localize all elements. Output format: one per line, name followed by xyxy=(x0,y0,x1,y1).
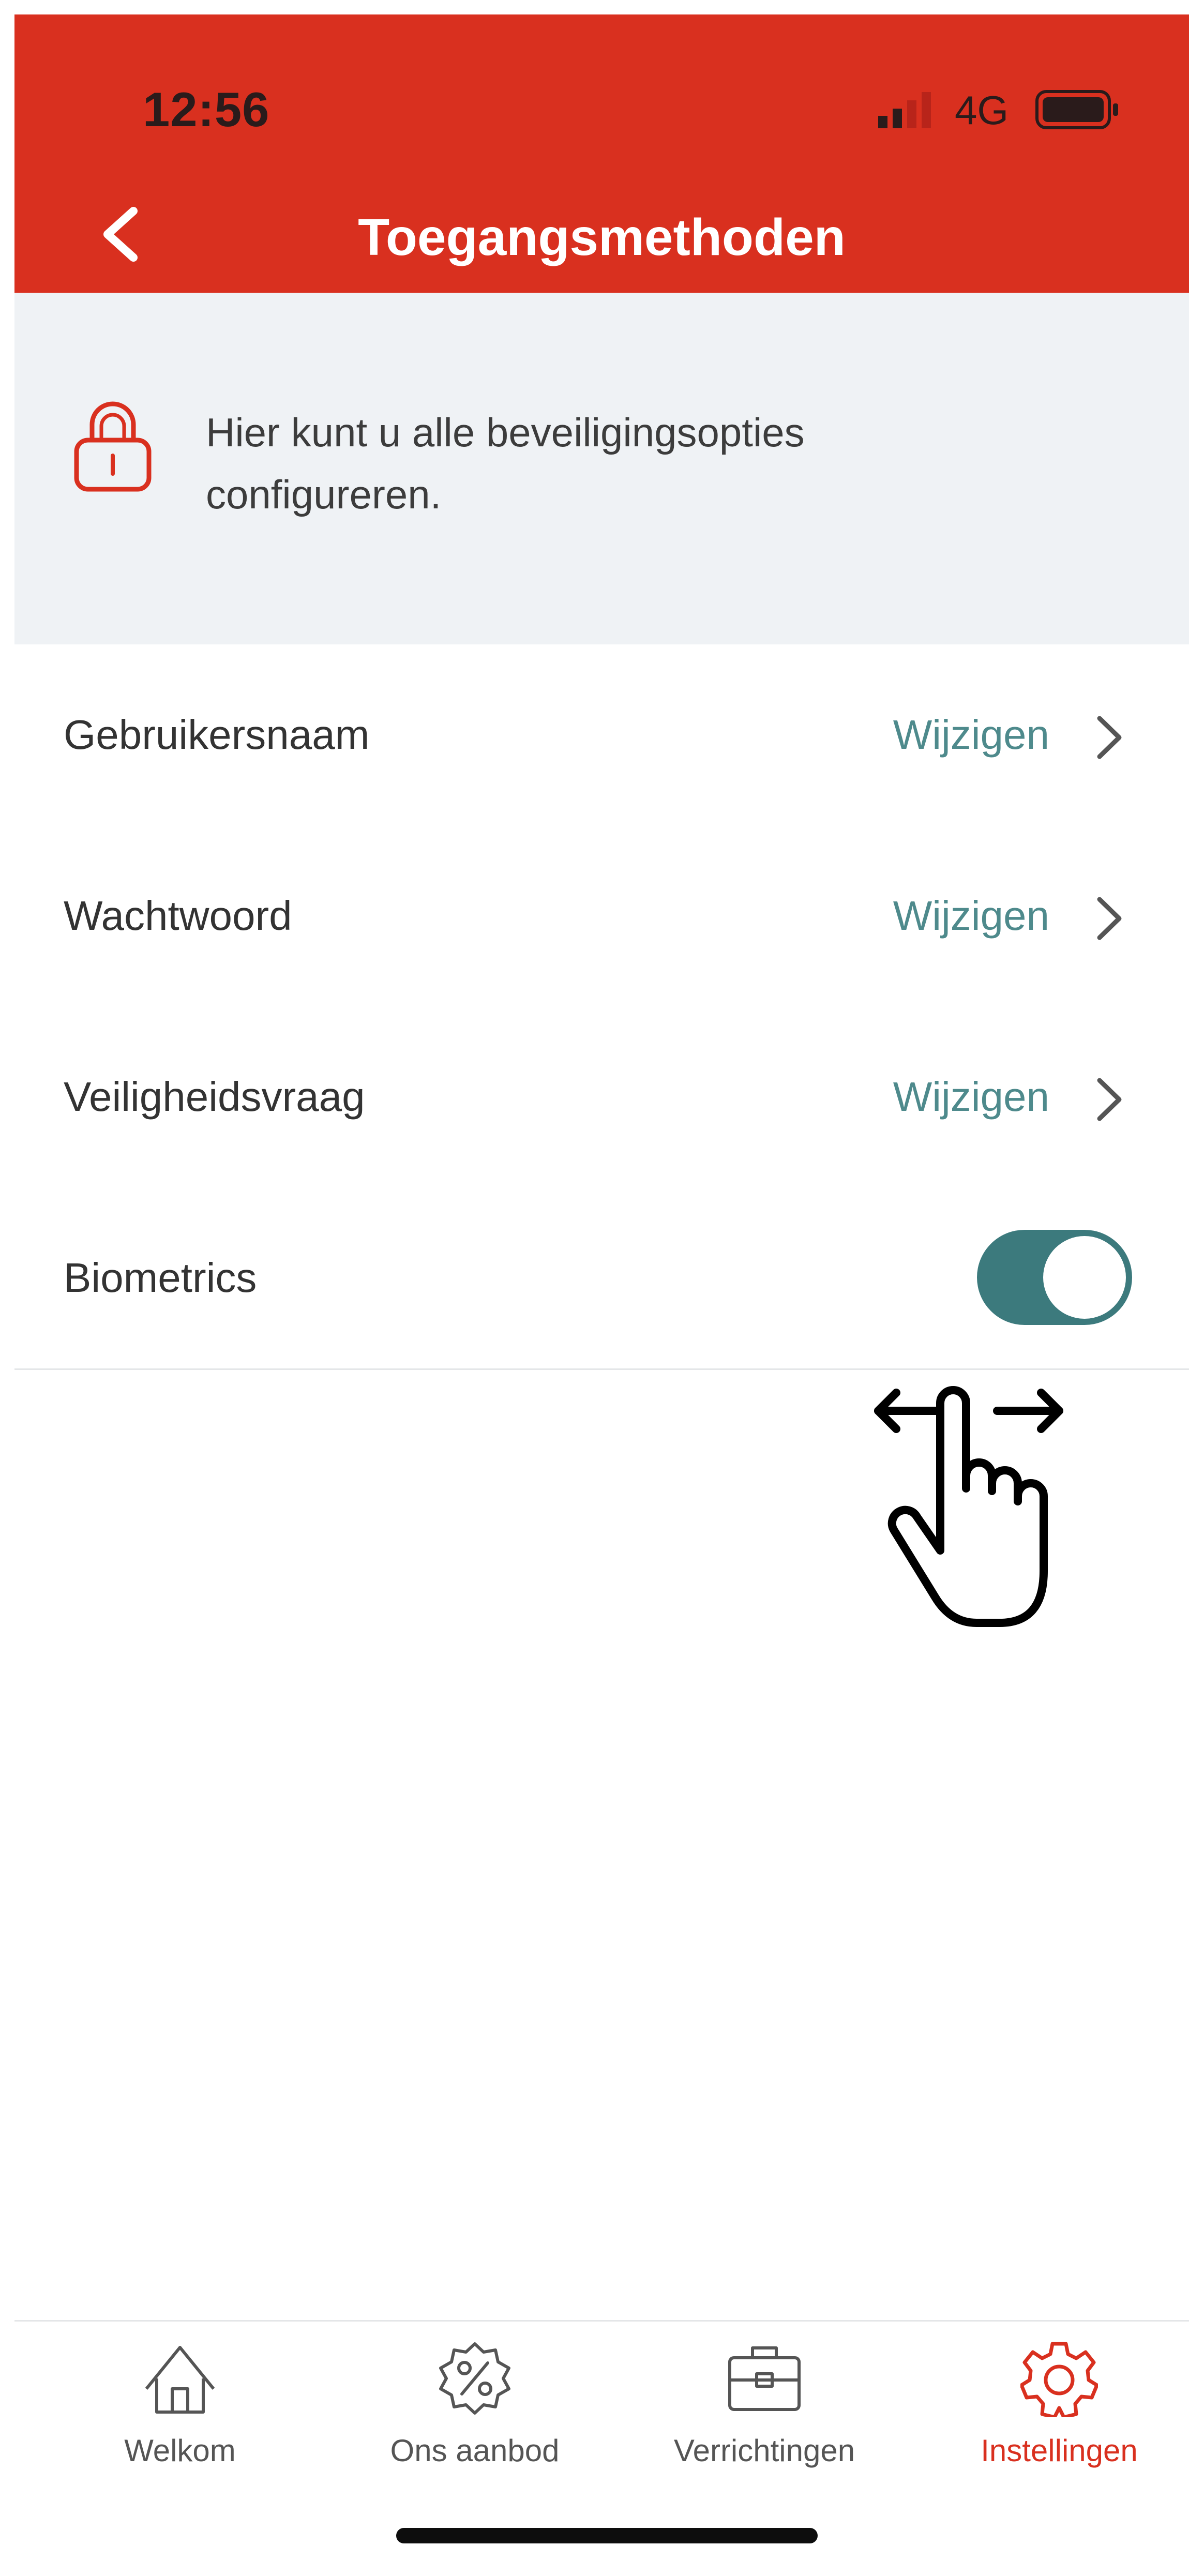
swipe-gesture-icon xyxy=(874,1386,1063,1627)
row-biometrics: Biometrics xyxy=(14,1187,1189,1370)
biometrics-toggle[interactable] xyxy=(977,1230,1132,1325)
chevron-right-icon xyxy=(1097,897,1122,940)
banner-text: Hier kunt u alle beveiligingsopties conf… xyxy=(206,410,805,517)
tab-ons-aanbod[interactable]: Ons aanbod xyxy=(330,2322,620,2492)
page-title: Toegangsmethoden xyxy=(358,208,846,266)
home-indicator xyxy=(396,2528,818,2543)
tab-welkom[interactable]: Welkom xyxy=(35,2322,325,2492)
row-label: Biometrics xyxy=(64,1255,257,1301)
home-icon xyxy=(145,2346,215,2414)
chevron-right-icon xyxy=(1097,716,1122,759)
tab-verrichtingen[interactable]: Verrichtingen xyxy=(620,2322,909,2492)
row-label: Veiligheidsvraag xyxy=(64,1074,365,1120)
change-link[interactable]: Wijzigen xyxy=(893,1006,1049,1187)
row-label: Gebruikersnaam xyxy=(64,712,370,758)
header: 12:56 4G Toegangsmethoden xyxy=(14,14,1189,293)
row-veiligheidsvraag[interactable]: Veiligheidsvraag Wijzigen xyxy=(14,1006,1189,1189)
signal-icon xyxy=(878,92,931,128)
row-label: Wachtwoord xyxy=(64,893,292,939)
tab-label: Instellingen xyxy=(981,2433,1138,2468)
battery-icon xyxy=(1035,90,1118,129)
change-link[interactable]: Wijzigen xyxy=(893,825,1049,1006)
network-label: 4G xyxy=(955,87,1009,133)
app-screen: 12:56 4G Toegangsmethoden Hier kunt u al… xyxy=(14,14,1189,2576)
gear-icon xyxy=(1020,2342,1098,2417)
chevron-right-icon xyxy=(1097,1078,1122,1121)
toggle-knob xyxy=(1043,1236,1126,1319)
briefcase-icon xyxy=(728,2346,801,2411)
tab-label: Ons aanbod xyxy=(390,2433,560,2468)
tab-instellingen[interactable]: Instellingen xyxy=(914,2322,1189,2492)
status-time: 12:56 xyxy=(143,82,270,137)
change-link[interactable]: Wijzigen xyxy=(893,644,1049,825)
info-banner: Hier kunt u alle beveiligingsopties conf… xyxy=(14,293,1189,644)
tab-label: Verrichtingen xyxy=(673,2433,855,2468)
tab-label: Welkom xyxy=(124,2433,236,2468)
lock-icon xyxy=(74,401,152,492)
row-wachtwoord[interactable]: Wachtwoord Wijzigen xyxy=(14,825,1189,1008)
discount-icon xyxy=(439,2342,510,2415)
row-gebruikersnaam[interactable]: Gebruikersnaam Wijzigen xyxy=(14,644,1189,827)
